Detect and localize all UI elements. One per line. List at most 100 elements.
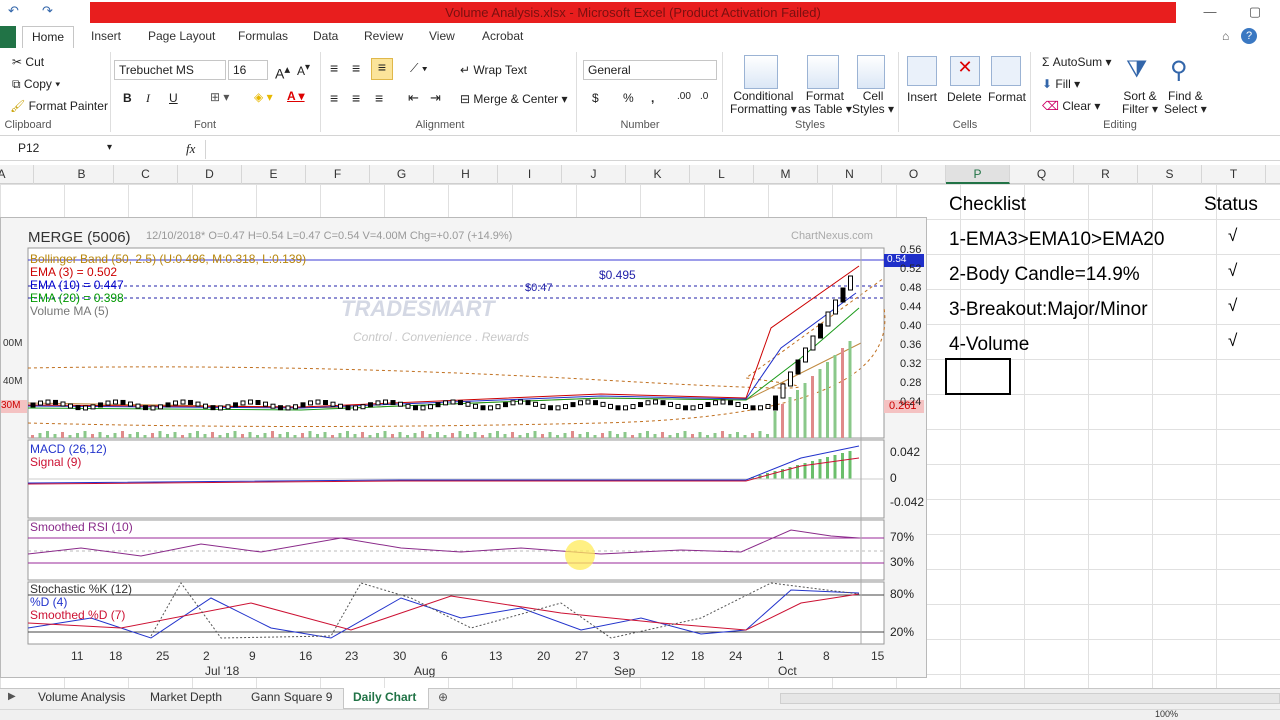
- column-header-n[interactable]: N: [818, 165, 882, 184]
- insert-cells-button[interactable]: Insert: [907, 90, 937, 104]
- wrap-text-button[interactable]: ↵ Wrap Text: [460, 63, 527, 77]
- fill-button[interactable]: ⬇ Fill ▾: [1042, 77, 1080, 91]
- formula-input[interactable]: [205, 140, 1275, 159]
- find-select-button[interactable]: Find & Select ▾: [1164, 90, 1207, 116]
- column-header-q[interactable]: Q: [1010, 165, 1074, 184]
- price-tick: 0.40: [900, 320, 922, 332]
- column-header-j[interactable]: J: [562, 165, 626, 184]
- percent-button[interactable]: %: [623, 91, 634, 105]
- undo-icon[interactable]: ↶: [8, 3, 19, 19]
- borders-icon[interactable]: ⊞ ▾: [210, 90, 229, 104]
- name-box-dropdown-icon[interactable]: ▾: [107, 142, 112, 153]
- grow-font-button[interactable]: A▴: [275, 62, 290, 82]
- column-header-p[interactable]: P: [946, 165, 1010, 184]
- sheet-tab-daily-chart[interactable]: Daily Chart: [353, 690, 416, 704]
- clear-button[interactable]: ⌫ Clear ▾: [1042, 99, 1100, 113]
- column-header-f[interactable]: F: [306, 165, 370, 184]
- new-sheet-icon[interactable]: ⊕: [438, 690, 448, 704]
- autosum-button[interactable]: Σ AutoSum ▾: [1042, 55, 1111, 69]
- format-as-table-button[interactable]: Format as Table ▾: [798, 90, 852, 116]
- merge-center-button[interactable]: ⊟ Merge & Center ▾: [460, 92, 567, 106]
- column-header-k[interactable]: K: [626, 165, 690, 184]
- format-painter-button[interactable]: 🖌 Format Painter: [10, 99, 108, 113]
- sheet-tab-gann-square-9[interactable]: Gann Square 9: [251, 690, 332, 704]
- name-box[interactable]: P12: [18, 141, 118, 159]
- horizontal-scrollbar[interactable]: [780, 693, 1280, 704]
- column-header-c[interactable]: C: [114, 165, 178, 184]
- font-name-combo[interactable]: Trebuchet MS: [114, 60, 226, 80]
- candle: [158, 404, 163, 410]
- candle: [188, 399, 193, 405]
- tab-insert[interactable]: Insert: [91, 29, 121, 43]
- rsi-panel: [27, 519, 885, 581]
- cell-styles-button[interactable]: Cell Styles ▾: [852, 90, 894, 116]
- tab-page-layout[interactable]: Page Layout: [148, 29, 215, 43]
- align-top-icon[interactable]: ≡: [330, 60, 338, 76]
- column-header-t[interactable]: T: [1202, 165, 1266, 184]
- orientation-icon[interactable]: ⟋ ▾: [410, 61, 428, 76]
- column-header-e[interactable]: E: [242, 165, 306, 184]
- format-cells-button[interactable]: Format: [988, 90, 1026, 104]
- redo-icon[interactable]: ↷: [42, 3, 53, 19]
- align-middle-icon[interactable]: ≡: [352, 60, 360, 76]
- tab-formulas[interactable]: Formulas: [238, 29, 288, 43]
- underline-button[interactable]: U: [169, 91, 178, 105]
- increase-decimal-icon[interactable]: .00: [677, 91, 691, 102]
- comma-button[interactable]: ,: [651, 91, 654, 105]
- italic-button[interactable]: I: [146, 91, 150, 106]
- collapse-ribbon-icon[interactable]: ⌂: [1222, 29, 1229, 43]
- column-header-a[interactable]: A: [0, 165, 34, 184]
- x-day-tick: 24: [729, 649, 743, 663]
- tab-acrobat[interactable]: Acrobat: [482, 29, 523, 43]
- scroll-sheets-icon[interactable]: ▶: [8, 691, 16, 702]
- shrink-font-button[interactable]: A▾: [297, 62, 310, 78]
- sheet-tab-market-depth[interactable]: Market Depth: [150, 690, 222, 704]
- decrease-indent-icon[interactable]: ⇤: [408, 90, 419, 106]
- delete-cells-button[interactable]: Delete: [947, 90, 982, 104]
- column-header-m[interactable]: M: [754, 165, 818, 184]
- candle: [435, 402, 441, 408]
- tab-review[interactable]: Review: [364, 29, 403, 43]
- tab-view[interactable]: View: [429, 29, 455, 43]
- sheet-tab-volume-analysis[interactable]: Volume Analysis: [38, 690, 125, 704]
- column-header-i[interactable]: I: [498, 165, 562, 184]
- copy-button[interactable]: ⧉ Copy ▾: [12, 77, 60, 92]
- restore-button[interactable]: ▢: [1245, 4, 1265, 20]
- font-color-icon[interactable]: A ▾: [287, 89, 305, 103]
- tab-home[interactable]: Home: [22, 26, 74, 49]
- increase-indent-icon[interactable]: ⇥: [430, 90, 441, 106]
- zoom-level[interactable]: 100%: [1155, 709, 1178, 719]
- align-left-icon[interactable]: ≡: [330, 90, 338, 106]
- column-header-g[interactable]: G: [370, 165, 434, 184]
- x-month: Aug: [414, 664, 436, 678]
- column-header-s[interactable]: S: [1138, 165, 1202, 184]
- column-header-r[interactable]: R: [1074, 165, 1138, 184]
- insert-function-button[interactable]: fx: [186, 141, 195, 157]
- number-format-combo[interactable]: General: [583, 60, 717, 80]
- selected-cell-p12[interactable]: [945, 358, 1011, 395]
- align-right-icon[interactable]: ≡: [375, 90, 383, 106]
- volume-bar: [278, 434, 282, 438]
- cut-button[interactable]: ✂ Cut: [12, 55, 44, 69]
- minimize-button[interactable]: —: [1200, 4, 1220, 19]
- bold-button[interactable]: B: [123, 91, 132, 105]
- sort-filter-button[interactable]: Sort & Filter ▾: [1122, 90, 1158, 116]
- candle: [135, 403, 141, 409]
- tab-data[interactable]: Data: [313, 29, 338, 43]
- currency-button[interactable]: $: [592, 91, 599, 105]
- conditional-formatting-button[interactable]: Conditional Formatting ▾: [730, 90, 797, 116]
- column-header-d[interactable]: D: [178, 165, 242, 184]
- font-size-combo[interactable]: 16: [228, 60, 268, 80]
- fill-color-icon[interactable]: ◈ ▾: [254, 90, 273, 104]
- column-header-o[interactable]: O: [882, 165, 946, 184]
- align-bottom-icon[interactable]: ≡: [371, 58, 393, 80]
- column-header-l[interactable]: L: [690, 165, 754, 184]
- candle: [443, 400, 448, 406]
- stock-chart[interactable]: MERGE (5006) 12/10/2018* O=0.47 H=0.54 L…: [0, 217, 927, 678]
- column-header-b[interactable]: B: [50, 165, 114, 184]
- file-tab[interactable]: [0, 26, 16, 48]
- decrease-decimal-icon[interactable]: .0: [700, 91, 708, 102]
- column-header-h[interactable]: H: [434, 165, 498, 184]
- help-icon[interactable]: ?: [1241, 28, 1257, 44]
- align-center-icon[interactable]: ≡: [352, 90, 360, 106]
